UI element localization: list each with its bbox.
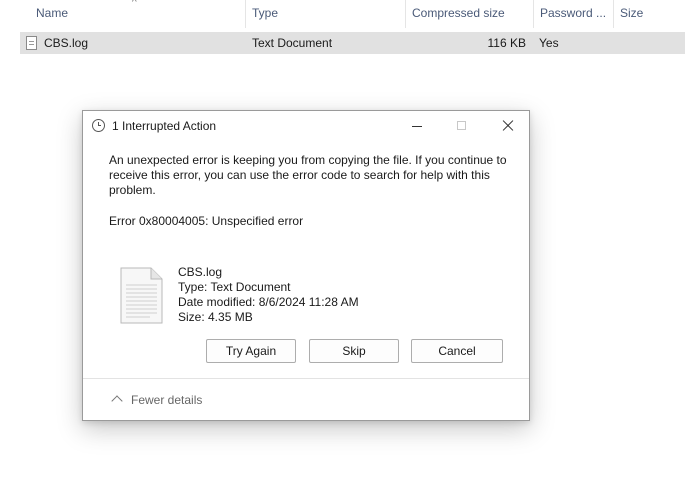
file-row[interactable]: CBS.log Text Document 116 KB Yes <box>20 32 685 54</box>
cancel-button[interactable]: Cancel <box>411 339 503 363</box>
column-name[interactable]: Name <box>30 0 246 28</box>
file-explorer-window: ^ Name Type Compressed size Password ...… <box>0 0 685 486</box>
error-message: An unexpected error is keeping you from … <box>109 153 507 197</box>
file-details: CBS.log Type: Text Document Date modifie… <box>178 265 359 325</box>
dialog-title: 1 Interrupted Action <box>112 119 217 133</box>
clock-icon <box>92 119 105 132</box>
fewer-details-toggle[interactable]: Fewer details <box>111 391 203 409</box>
text-document-icon <box>120 267 163 324</box>
maximize-button <box>438 111 484 141</box>
maximize-icon <box>457 121 466 130</box>
skip-button[interactable]: Skip <box>309 339 399 363</box>
column-type[interactable]: Type <box>246 0 406 28</box>
minimize-button[interactable] <box>392 111 438 141</box>
try-again-button[interactable]: Try Again <box>206 339 296 363</box>
chevron-up-icon <box>111 395 123 407</box>
fewer-details-label: Fewer details <box>131 393 203 407</box>
text-document-icon <box>26 36 37 50</box>
detail-date-modified: Date modified: 8/6/2024 11:28 AM <box>178 295 359 309</box>
file-compressed-size: 116 KB <box>487 36 526 50</box>
interrupted-action-dialog: 1 Interrupted Action An unexpected error… <box>82 110 530 421</box>
file-password: Yes <box>539 36 559 50</box>
detail-file-name: CBS.log <box>178 265 223 279</box>
column-header: ^ Name Type Compressed size Password ...… <box>0 0 685 28</box>
column-password[interactable]: Password ... <box>534 0 614 28</box>
file-type: Text Document <box>252 36 333 50</box>
file-name: CBS.log <box>44 36 89 50</box>
error-code: Error 0x80004005: Unspecified error <box>109 214 304 228</box>
dialog-titlebar[interactable]: 1 Interrupted Action <box>83 111 529 141</box>
column-size[interactable]: Size <box>614 0 685 28</box>
detail-file-size: Size: 4.35 MB <box>178 310 253 324</box>
dialog-footer: Fewer details <box>83 379 529 420</box>
detail-file-type: Type: Text Document <box>178 280 291 294</box>
column-compressed-size[interactable]: Compressed size <box>406 0 534 28</box>
close-button[interactable] <box>483 111 529 141</box>
minimize-icon <box>412 126 422 127</box>
